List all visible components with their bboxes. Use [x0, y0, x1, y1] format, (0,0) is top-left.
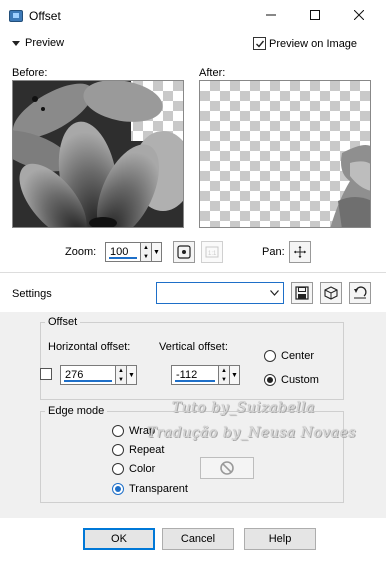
radio-checked-icon — [112, 483, 124, 495]
edge-mode-legend: Edge mode — [45, 405, 108, 417]
preview-toggle-label: Preview — [25, 37, 65, 49]
horizontal-offset-spinner[interactable]: 276 ▲ ▼ ▼ — [60, 365, 137, 385]
radio-unchecked-icon — [112, 444, 124, 456]
edge-color-swatch[interactable] — [200, 457, 254, 479]
cancel-button[interactable]: Cancel — [162, 528, 234, 550]
before-preview — [12, 80, 184, 228]
preview-toggle[interactable]: Preview — [12, 37, 64, 49]
no-color-icon — [220, 461, 234, 475]
vertical-offset-input[interactable]: -112 — [171, 365, 219, 385]
offset-custom-label: Custom — [281, 374, 319, 386]
offset-custom-radio[interactable]: Custom — [264, 374, 319, 386]
vertical-offset-spinner[interactable]: -112 ▲ ▼ ▼ — [171, 365, 240, 385]
pan-label: Pan: — [262, 246, 285, 258]
divider — [0, 272, 386, 273]
offset-center-label: Center — [281, 350, 315, 362]
edge-transparent-label: Transparent — [129, 483, 188, 495]
save-preset-button[interactable] — [291, 282, 313, 304]
preview-on-image-label: Preview on Image — [269, 37, 358, 50]
zoom-spinner[interactable]: 100 ▲ ▼ ▼ — [105, 242, 162, 262]
before-flower-image — [13, 81, 183, 227]
after-label: After: — [199, 67, 226, 79]
collapse-triangle-icon — [12, 40, 20, 46]
zoom-spin-arrows[interactable]: ▲ ▼ — [141, 242, 152, 262]
vertical-spin-arrows[interactable]: ▲ ▼ — [219, 365, 230, 385]
edge-repeat-radio[interactable]: Repeat — [112, 444, 164, 456]
watermark-line-1: Tuto by_Suizabella — [172, 400, 316, 416]
zoom-label: Zoom: — [65, 246, 97, 258]
zoom-one-to-one-button[interactable]: 1:1 — [201, 241, 223, 263]
one-to-one-icon: 1:1 — [205, 246, 219, 258]
horizontal-spin-arrows[interactable]: ▲ ▼ — [116, 365, 127, 385]
window-title: Offset — [29, 9, 61, 23]
preset-cube-icon — [324, 286, 338, 300]
settings-label: Settings — [12, 288, 52, 300]
preset-dropdown[interactable] — [156, 282, 284, 304]
preview-on-image-checkbox[interactable]: Preview on Image — [253, 37, 357, 50]
zoom-dropdown-icon[interactable]: ▼ — [152, 242, 162, 262]
vertical-offset-label: Vertical offset: — [159, 341, 228, 353]
after-preview — [199, 80, 371, 228]
maximize-icon[interactable] — [302, 4, 328, 26]
app-icon — [9, 10, 23, 22]
zoom-input[interactable]: 100 — [105, 242, 141, 262]
zoom-fit-button[interactable] — [173, 241, 195, 263]
offset-legend: Offset — [45, 316, 81, 328]
edge-transparent-radio[interactable]: Transparent — [112, 483, 188, 495]
checkbox-checked-icon — [253, 37, 266, 50]
radio-checked-icon — [264, 374, 276, 386]
move-crosshair-icon — [294, 246, 306, 258]
offset-center-radio[interactable]: Center — [264, 350, 314, 362]
edge-color-radio[interactable]: Color — [112, 463, 155, 475]
svg-text:1:1: 1:1 — [208, 251, 217, 257]
after-flower-fragment-image — [330, 145, 370, 227]
fit-window-icon — [177, 245, 191, 259]
minimize-icon[interactable] — [258, 4, 284, 26]
edge-color-label: Color — [129, 463, 156, 475]
save-disk-icon — [295, 286, 309, 300]
horizontal-offset-input[interactable]: 276 — [60, 365, 116, 385]
reset-button[interactable] — [349, 282, 371, 304]
close-icon[interactable] — [346, 4, 372, 26]
link-offsets-checkbox[interactable] — [40, 368, 52, 380]
ok-button[interactable]: OK — [83, 528, 155, 550]
reset-arrow-icon — [354, 286, 367, 299]
vertical-dropdown-icon[interactable]: ▼ — [230, 365, 240, 385]
radio-unchecked-icon — [112, 425, 124, 437]
radio-unchecked-icon — [112, 463, 124, 475]
radio-unchecked-icon — [264, 350, 276, 362]
edge-repeat-label: Repeat — [129, 444, 165, 456]
help-button[interactable]: Help — [244, 528, 316, 550]
watermark-line-2: Tradução by_Neusa Novaes — [147, 425, 357, 441]
load-preset-button[interactable] — [320, 282, 342, 304]
before-label: Before: — [12, 67, 48, 79]
pan-button[interactable] — [289, 241, 311, 263]
chevron-down-icon — [270, 290, 279, 296]
horizontal-offset-label: Horizontal offset: — [48, 341, 131, 353]
horizontal-dropdown-icon[interactable]: ▼ — [127, 365, 137, 385]
